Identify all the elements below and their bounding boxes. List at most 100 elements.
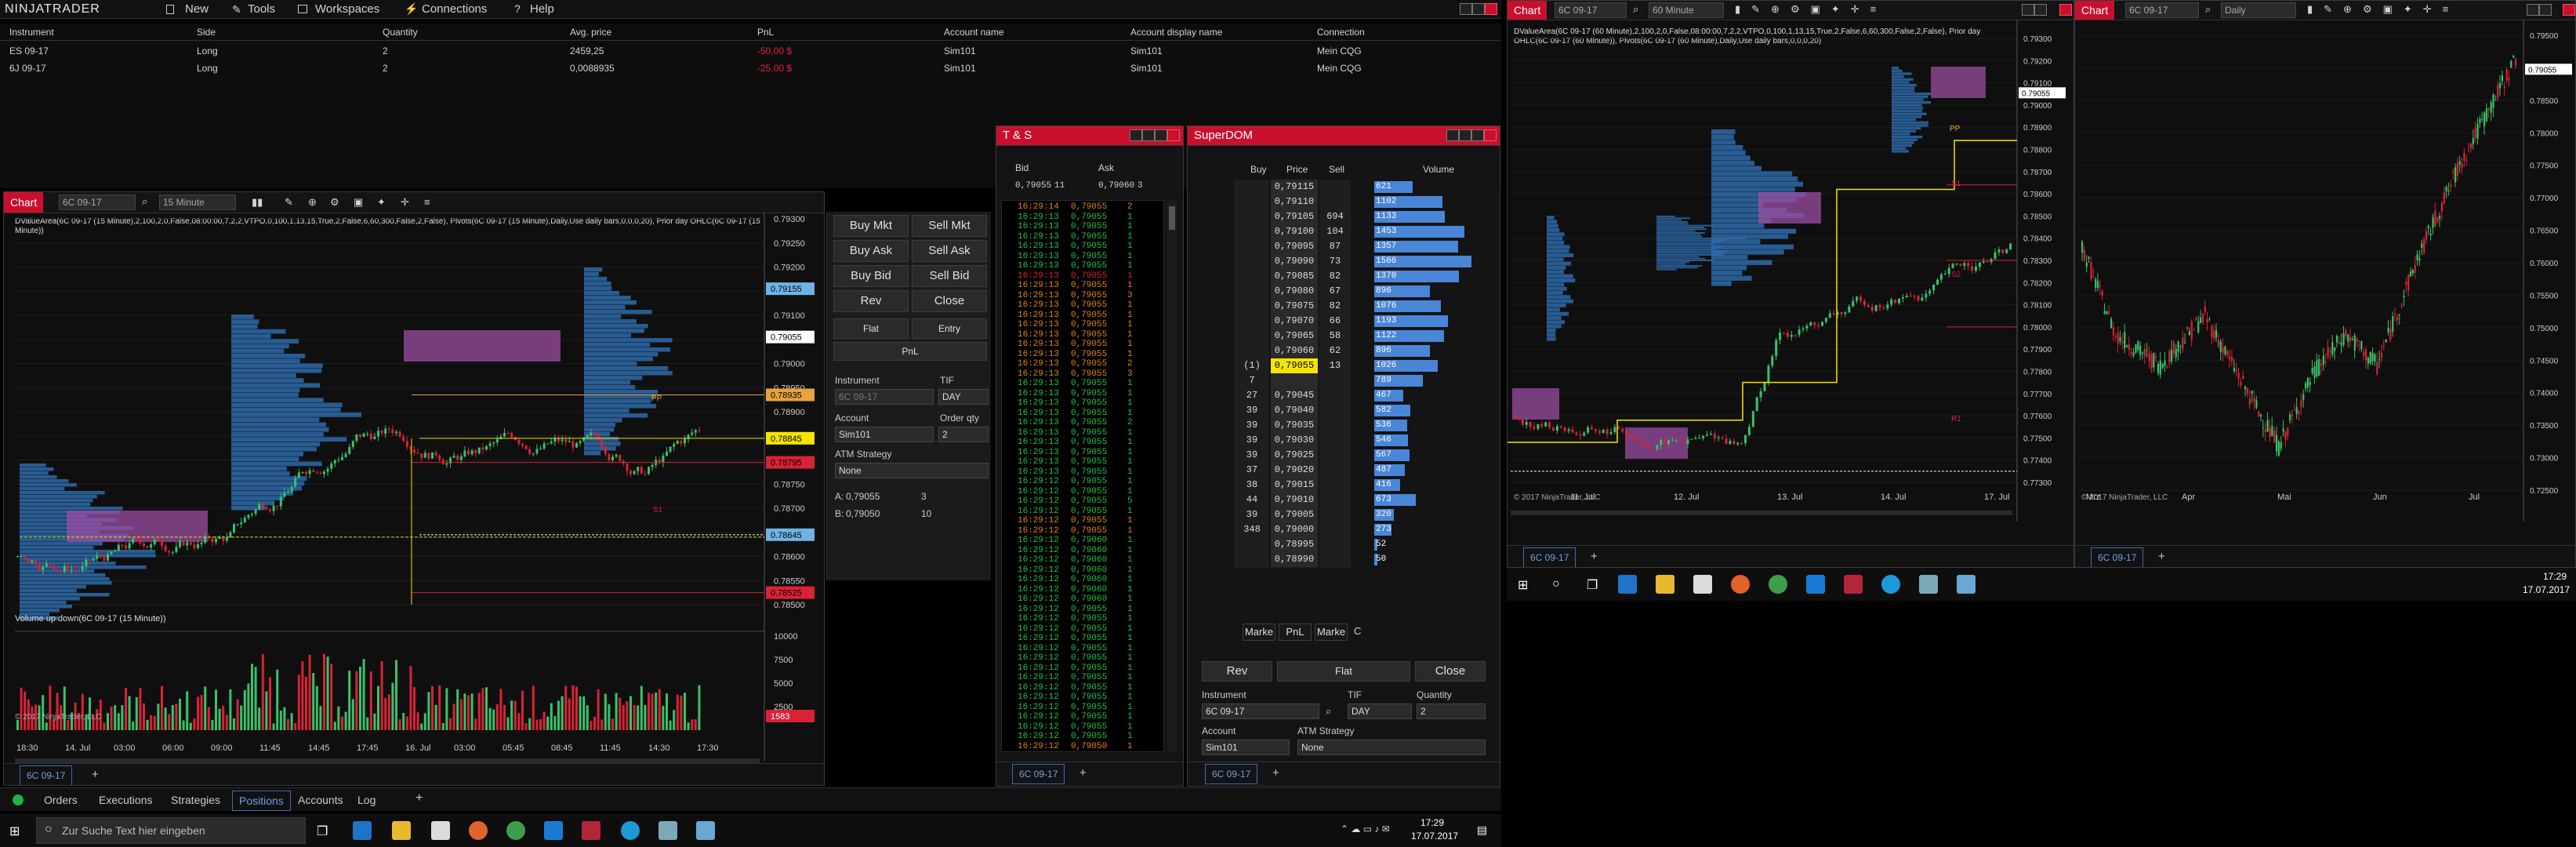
dom-buy-cell[interactable] [1235,314,1269,329]
buy-ask-button[interactable]: Buy Ask [833,240,909,262]
dom-sell-cell[interactable]: 58 [1319,329,1351,344]
add-tab-icon[interactable]: + [1079,766,1087,780]
dom-close-position-button[interactable]: Close [1415,661,1486,682]
search-icon[interactable]: ⌕ [142,195,147,208]
dom-price-cell[interactable]: 0,79015 [1271,478,1318,493]
ninjatrader-icon[interactable] [1844,575,1863,594]
col-avg-price[interactable]: Avg. price [570,27,611,38]
dom-sell-cell[interactable] [1319,194,1351,210]
bar-type-icon[interactable]: ▮▮ [252,196,263,209]
tab-log[interactable]: Log [351,791,382,809]
dom-sell-cell[interactable]: 67 [1319,284,1351,300]
search-icon[interactable]: ○ [1552,577,1560,591]
dom-price-cell[interactable]: 0,79040 [1271,403,1318,419]
search-icon[interactable]: ⌕ [2205,3,2211,16]
dom-sell-cell[interactable] [1319,507,1351,523]
dom-price-cell[interactable]: 0,79060 [1271,344,1318,359]
skype-icon[interactable] [621,821,640,840]
dom-price-cell[interactable]: 0,79085 [1271,269,1318,285]
dom-price-cell[interactable]: 0,79025 [1271,448,1318,463]
col-side[interactable]: Side [197,27,216,38]
dom-sell-cell[interactable] [1319,478,1351,493]
dom-sell-cell[interactable] [1319,463,1351,478]
toolbar-icons[interactable]: ▮✎⊕⚙▣✦✛≡ [2307,3,2459,16]
menu-new[interactable]: New [185,2,209,16]
max-button[interactable] [2539,4,2552,16]
chart-instrument-tab[interactable]: 6C 09-17 [1523,547,1576,567]
dom-buy-cell[interactable] [1235,239,1269,255]
dom-price-cell[interactable]: 0,79020 [1271,463,1318,478]
dom-buy-cell[interactable]: 39 [1235,403,1269,419]
notification-icon[interactable]: ▤ [1477,823,1487,837]
toolbar-icons[interactable]: ▮✎⊕⚙▣✦✛≡ [1735,3,1887,16]
rev-button[interactable]: Rev [833,290,909,312]
chart-tab[interactable]: Chart [2075,1,2115,20]
chrome-icon[interactable] [506,821,525,840]
dom-pnl-button[interactable]: PnL [1279,623,1312,641]
menu-tools[interactable]: Tools [248,2,275,16]
dom-price-cell[interactable]: 0,79105 [1271,209,1318,225]
dom-min-button[interactable] [1446,129,1459,141]
dom-buy-cell[interactable]: 44 [1235,493,1269,508]
min-button[interactable] [2022,4,2034,16]
dom-buy-cell[interactable]: 27 [1235,388,1269,404]
tab-orders[interactable]: Orders [38,791,84,809]
dom-sell-cell[interactable] [1319,552,1351,568]
strategies-icon[interactable]: ✦ [377,196,386,209]
draw-icon[interactable]: ✎ [285,196,293,209]
dom-buy-cell[interactable] [1235,180,1269,195]
dom-buy-cell[interactable] [1235,194,1269,210]
tab-accounts[interactable]: Accounts [292,791,350,809]
dom-price-cell[interactable]: 0,79075 [1271,299,1318,314]
dom-market-sell-button[interactable]: Marke [1315,623,1348,641]
dom-sell-cell[interactable] [1319,373,1351,389]
dom-price-cell[interactable]: 0,79070 [1271,314,1318,329]
dom-buy-cell[interactable]: 39 [1235,418,1269,434]
sell-mkt-button[interactable]: Sell Mkt [912,215,987,237]
remote-icon[interactable] [544,821,563,840]
dom-sell-cell[interactable] [1319,433,1351,449]
add-tab-icon[interactable]: + [415,791,423,805]
dom-buy-cell[interactable]: 39 [1235,507,1269,523]
dom-sell-cell[interactable]: 73 [1319,254,1351,270]
store-icon[interactable] [431,821,450,840]
dom-sell-cell[interactable]: 82 [1319,299,1351,314]
dom-buy-cell[interactable] [1235,329,1269,344]
maximize-button[interactable] [1472,3,1485,15]
app-icon[interactable] [659,821,677,840]
dom-atm-select[interactable]: None [1297,740,1486,755]
task-view-icon[interactable]: ❐ [1587,577,1598,593]
ts-close-button[interactable] [1167,129,1180,141]
indicators-icon[interactable]: ▣ [354,196,363,209]
tray-icons[interactable]: ⌃ ☁ ▭ ♪ ✉ [1341,823,1390,834]
chart-tab[interactable]: Chart [1508,1,1547,20]
dom-price-cell[interactable]: 0,78990 [1271,552,1318,568]
dom-sell-cell[interactable]: 694 [1319,209,1351,225]
skype-icon[interactable] [1881,575,1900,594]
dom-buy-cell[interactable] [1235,552,1269,568]
interval-selector[interactable]: Daily [2221,2,2296,18]
order-qty-input[interactable]: 2 [938,427,989,442]
dom-price-cell[interactable] [1271,373,1318,389]
dom-buy-cell[interactable]: (1) [1235,358,1269,374]
buy-bid-button[interactable]: Buy Bid [833,265,909,287]
chart-instrument-tab[interactable]: 6C 09-17 [20,765,73,785]
tab-positions[interactable]: Positions [232,791,291,811]
col-pnl[interactable]: PnL [757,27,774,38]
interval-selector[interactable]: 15 Minute [159,194,236,210]
edge-icon[interactable] [353,821,372,840]
dom-sell-cell[interactable]: 66 [1319,314,1351,329]
firefox-icon[interactable] [1731,575,1750,594]
table-row[interactable]: ES 09-17 Long 2 2459,25 -50,00 $ Sim101 … [0,44,1501,60]
dom-price-cell[interactable]: 0,79065 [1271,329,1318,344]
instrument-selector[interactable]: 6C 09-17 [2125,2,2199,18]
dom-buy-cell[interactable] [1235,284,1269,300]
windows-start-icon[interactable]: ⊞ [1518,577,1528,593]
add-tab-icon[interactable]: + [92,768,99,781]
ts-scrollbar[interactable] [1167,200,1177,752]
dom-price-cell[interactable]: 0,79100 [1271,224,1318,240]
dom-tif-select[interactable]: DAY [1348,703,1412,719]
dom-sell-cell[interactable] [1319,537,1351,553]
dom-buy-cell[interactable] [1235,299,1269,314]
crosshair-icon[interactable]: ✛ [401,196,409,209]
